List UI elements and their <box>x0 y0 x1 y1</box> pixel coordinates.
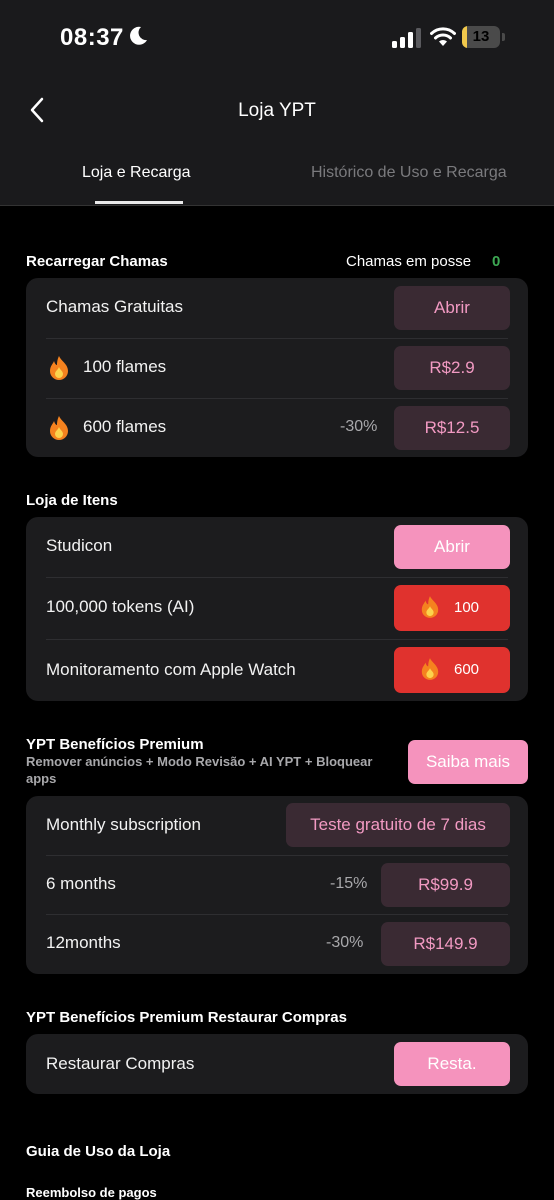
flames-100-buy-button[interactable]: R$2.9 <box>394 346 510 390</box>
refund-link[interactable]: Reembolso de pagos <box>26 1185 157 1200</box>
restore-section-title: YPT Benefícios Premium Restaurar Compras <box>26 1009 347 1026</box>
free-flames-label: Chamas Gratuitas <box>46 297 183 316</box>
premium-card: Monthly subscription Teste gratuito de 7… <box>26 796 528 974</box>
list-item: 6 months -15% R$99.9 <box>26 855 528 915</box>
twelve-months-buy-button[interactable]: R$149.9 <box>381 922 510 966</box>
list-item: 600 flames -30% R$12.5 <box>26 398 528 458</box>
page-title: Loja YPT <box>238 100 316 121</box>
apple-watch-buy-button[interactable]: 600 <box>394 647 510 693</box>
restore-card: Restaurar Compras Resta. <box>26 1034 528 1094</box>
apple-watch-label: Monitoramento com Apple Watch <box>46 660 296 679</box>
discount-badge: -15% <box>330 875 368 892</box>
flame-icon <box>421 658 439 680</box>
wifi-icon <box>430 27 456 46</box>
tab-shop-recharge[interactable]: Loja e Recarga <box>82 164 191 182</box>
list-item: 12months -30% R$149.9 <box>26 914 528 974</box>
discount-badge: -30% <box>340 418 378 435</box>
flames-600-label: 600 flames <box>83 417 167 436</box>
list-item: Restaurar Compras Resta. <box>26 1034 528 1094</box>
monthly-subscription-label: Monthly subscription <box>46 815 201 834</box>
premium-benefits-text: Remover anúncios + Modo Revisão + AI YPT… <box>26 754 373 786</box>
price-label: 600 <box>454 661 480 678</box>
recharge-card: Chamas Gratuitas Abrir 100 flames R$2.9 … <box>26 278 528 457</box>
battery-level: 13 <box>472 28 490 45</box>
six-months-label: 6 months <box>46 874 116 893</box>
moon-icon <box>130 26 147 45</box>
list-item: 100 flames R$2.9 <box>26 338 528 398</box>
tab-usage-history[interactable]: Histórico de Uso e Recarga <box>311 164 507 182</box>
flame-icon <box>50 356 68 380</box>
recharge-section-title: Recarregar Chamas <box>26 253 168 270</box>
premium-section-title: YPT Benefícios Premium <box>26 736 204 753</box>
learn-more-button[interactable]: Saiba mais <box>408 740 528 784</box>
items-section-title: Loja de Itens <box>26 492 118 509</box>
restore-purchases-button[interactable]: Resta. <box>394 1042 510 1086</box>
flames-owned-label: Chamas em posse <box>346 253 472 270</box>
status-time: 08:37 <box>60 24 124 51</box>
free-flames-open-button[interactable]: Abrir <box>394 286 510 330</box>
active-tab-indicator <box>95 201 183 204</box>
items-card: Studicon Abrir 100,000 tokens (AI) 100 M… <box>26 517 528 701</box>
ai-tokens-label: 100,000 tokens (AI) <box>46 597 195 616</box>
price-label: 100 <box>454 599 480 616</box>
signal-icon <box>392 28 421 48</box>
restore-purchases-label: Restaurar Compras <box>46 1054 195 1073</box>
flame-icon <box>50 416 68 440</box>
list-item: Studicon Abrir <box>26 517 528 577</box>
list-item: Monitoramento com Apple Watch 600 <box>26 639 528 701</box>
flames-600-buy-button[interactable]: R$12.5 <box>394 406 510 450</box>
six-months-buy-button[interactable]: R$99.9 <box>381 863 510 907</box>
status-bar: 08:37 13 <box>0 0 554 80</box>
flames-owned-count: 0 <box>492 253 501 270</box>
list-item: Chamas Gratuitas Abrir <box>26 278 528 338</box>
studicon-label: Studicon <box>46 536 113 555</box>
list-item: 100,000 tokens (AI) 100 <box>26 577 528 639</box>
battery-icon: 13 <box>462 26 506 48</box>
discount-badge: -30% <box>326 934 364 951</box>
flames-100-label: 100 flames <box>83 357 167 376</box>
free-trial-button[interactable]: Teste gratuito de 7 dias <box>286 803 510 847</box>
guide-section-title: Guia de Uso da Loja <box>26 1143 171 1160</box>
flame-icon <box>421 596 439 618</box>
twelve-months-label: 12months <box>46 933 121 952</box>
page-header: Loja YPT Loja e Recarga Histórico de Uso… <box>0 80 554 206</box>
ai-tokens-buy-button[interactable]: 100 <box>394 585 510 631</box>
studicon-open-button[interactable]: Abrir <box>394 525 510 569</box>
list-item: Monthly subscription Teste gratuito de 7… <box>26 796 528 856</box>
